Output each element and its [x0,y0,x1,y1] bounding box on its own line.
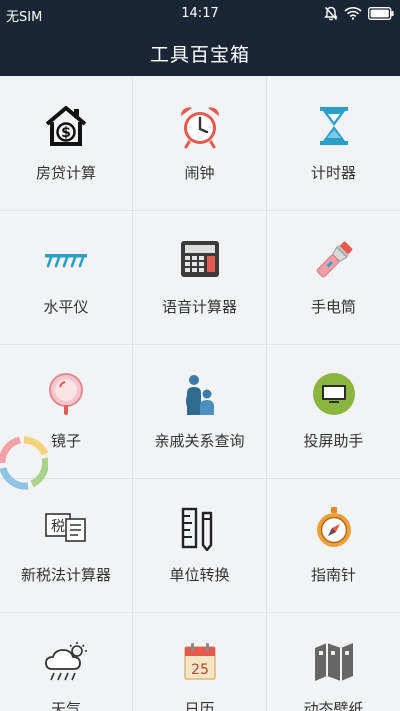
tool-label: 天气 [50,700,81,711]
tool-voice-calculator[interactable]: 语音计算器 [133,211,267,344]
tool-label: 手电筒 [310,298,356,316]
svg-text:$: $ [61,125,71,141]
house-dollar-icon: $ [43,103,89,149]
status-bar: 无SIM 14:17 [0,0,400,27]
status-icons [324,5,394,21]
tool-spirit-level[interactable]: 水平仪 [0,211,133,344]
tool-label: 新税法计算器 [20,566,111,584]
tool-label: 水平仪 [43,298,89,316]
tool-relatives-lookup[interactable]: 亲戚关系查询 [133,345,267,478]
wallpaper-map-icon [311,639,357,685]
tool-label: 动态壁纸 [303,700,364,711]
battery-icon [368,6,394,20]
tool-label: 房贷计算 [35,164,96,182]
tool-weather[interactable]: 天气 [0,613,133,711]
page-title: 工具百宝箱 [149,44,250,66]
tax-form-icon: 税 [43,505,89,551]
unit-convert-icon [177,505,223,551]
tool-mortgage-calculator[interactable]: $ 房贷计算 [0,77,133,210]
tool-calendar[interactable]: 25 日历 [133,613,267,711]
calendar-day: 25 [191,662,209,678]
tool-alarm[interactable]: 闹钟 [133,77,267,210]
tool-label: 投屏助手 [303,432,364,450]
tool-unit-converter[interactable]: 单位转换 [133,479,267,612]
floating-assistant-button[interactable] [0,436,50,490]
tool-compass[interactable]: 指南针 [267,479,400,612]
tool-tax-calculator[interactable]: 税 新税法计算器 [0,479,133,612]
calculator-icon [177,237,223,283]
compass-icon [311,505,357,551]
tool-label: 计时器 [310,164,356,182]
screen-cast-icon [311,371,357,417]
mute-bell-icon [324,6,338,21]
tool-label: 闹钟 [184,164,215,182]
tool-flashlight[interactable]: 手电筒 [267,211,400,344]
tool-label: 单位转换 [169,566,230,584]
tool-grid: $ 房贷计算 闹钟 计时器 水平仪 语音计算器 手电筒 镜子 亲戚关系查询 投屏… [0,77,400,711]
tool-live-wallpaper[interactable]: 动态壁纸 [267,613,400,711]
tool-label: 亲戚关系查询 [154,432,245,450]
calendar-icon: 25 [177,639,223,685]
relatives-icon [177,371,223,417]
tool-label: 指南针 [310,566,356,584]
alarm-clock-icon [177,103,223,149]
hand-mirror-icon [43,371,89,417]
wifi-icon [344,6,362,20]
level-ruler-icon [43,237,89,283]
tool-screen-cast[interactable]: 投屏助手 [267,345,400,478]
weather-cloud-icon [43,639,89,685]
title-bar: 工具百宝箱 [0,27,400,76]
hourglass-icon [311,103,357,149]
tool-label: 语音计算器 [161,298,237,316]
flashlight-icon [311,237,357,283]
tool-timer[interactable]: 计时器 [267,77,400,210]
svg-text:税: 税 [51,519,65,535]
tool-label: 日历 [184,700,215,711]
